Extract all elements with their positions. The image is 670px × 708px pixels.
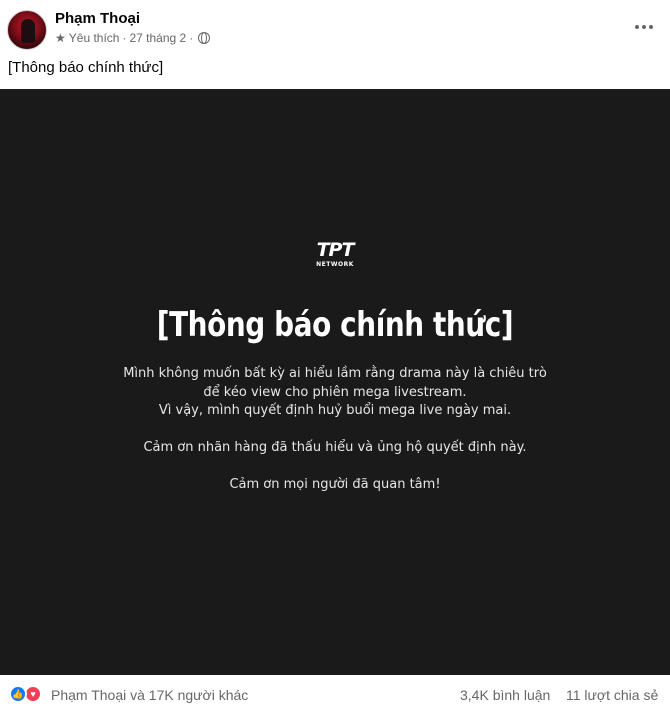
avatar[interactable] bbox=[7, 10, 47, 50]
post-text: [Thông báo chính thức] bbox=[8, 59, 164, 76]
reaction-icons[interactable]: 👍 ♥ bbox=[9, 685, 47, 703]
image-body: Mình không muốn bất kỳ ai hiểu lầm rằng … bbox=[0, 365, 670, 495]
more-options-button[interactable] bbox=[626, 12, 662, 42]
meta-separator: · bbox=[189, 31, 194, 45]
comments-count[interactable]: 3,4K bình luận bbox=[460, 687, 550, 703]
image-line: Cảm ơn mọi người đã quan tâm! bbox=[229, 477, 441, 492]
tpt-network-logo: TPT NETWORK bbox=[0, 239, 670, 269]
image-line: Cảm ơn nhãn hàng đã thấu hiểu và ủng hộ … bbox=[143, 440, 527, 455]
image-line: Mình không muốn bất kỳ ai hiểu lầm rằng … bbox=[123, 366, 547, 381]
post-image[interactable]: TPT NETWORK [Thông báo chính thức] Mình … bbox=[0, 89, 670, 675]
more-icon bbox=[635, 25, 639, 29]
favorite-label[interactable]: Yêu thích bbox=[69, 31, 120, 45]
image-line: để kéo view cho phiên mega livestream. bbox=[203, 384, 467, 400]
post-header: Phạm Thoại ★ Yêu thích · 27 tháng 2 · bbox=[0, 0, 670, 56]
post-meta: ★ Yêu thích · 27 tháng 2 · bbox=[55, 31, 211, 45]
meta-separator: · bbox=[122, 31, 127, 45]
post-footer: 👍 ♥ Phạm Thoại và 17K người khác 3,4K bì… bbox=[0, 675, 670, 708]
like-icon: 👍 bbox=[9, 685, 27, 703]
star-icon: ★ bbox=[55, 31, 66, 45]
author-name[interactable]: Phạm Thoại bbox=[55, 10, 140, 27]
reactions-summary[interactable]: Phạm Thoại và 17K người khác bbox=[51, 687, 248, 703]
globe-icon[interactable] bbox=[198, 32, 211, 44]
post-date[interactable]: 27 tháng 2 bbox=[129, 31, 186, 45]
image-line: Vì vậy, mình quyết định huỷ buổi mega li… bbox=[158, 403, 512, 418]
shares-count[interactable]: 11 lượt chia sẻ bbox=[566, 687, 658, 703]
logo-mark: TPT bbox=[316, 239, 355, 261]
logo-sub: NETWORK bbox=[316, 261, 354, 268]
image-heading: [Thông báo chính thức] bbox=[156, 305, 514, 345]
